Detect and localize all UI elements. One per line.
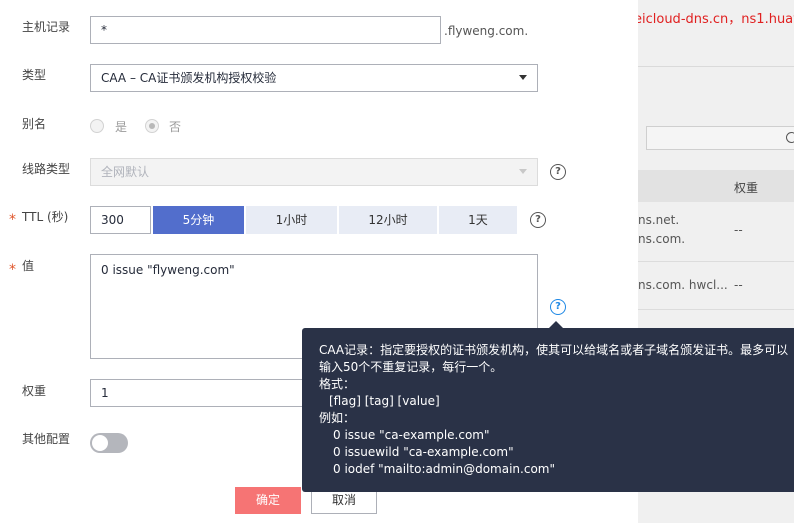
ttl-option-1d[interactable]: 1天 [439,206,518,234]
table-row[interactable]: ns.com. hwcl... -- [638,262,794,310]
ttl-label: TTL (秒) [22,210,69,224]
toggle-knob [92,435,108,451]
help-icon[interactable]: ? [550,299,566,315]
table-cell: -- [734,223,743,237]
ttl-option-5min[interactable]: 5分钟 [153,206,245,234]
tooltip-line: [flag] [tag] [value] [329,394,440,408]
tooltip-line: CAA记录：指定要授权的证书颁发机构，使其可以给域名或者子域名颁发证书。最多可以 [319,343,789,357]
required-mark: * [9,262,16,278]
tooltip-line: 0 issue "ca-example.com" [333,428,490,442]
domain-suffix: .flyweng.com. [444,24,529,38]
search-icon [786,132,794,143]
type-select[interactable]: CAA – CA证书颁发机构授权校验 [90,64,538,92]
tooltip-line: 格式： [319,377,356,391]
type-label: 类型 [22,68,47,82]
alias-radio-yes-label: 是 [115,120,128,134]
weight-label: 权重 [22,384,47,398]
other-config-label: 其他配置 [22,432,71,446]
other-config-toggle[interactable] [90,433,128,453]
ok-button[interactable]: 确定 [235,487,301,514]
background-search-input[interactable] [646,126,794,150]
ttl-option-12h[interactable]: 12小时 [339,206,438,234]
alias-label: 别名 [22,117,47,131]
help-icon[interactable]: ? [530,212,546,228]
ttl-option-1h[interactable]: 1小时 [246,206,338,234]
tooltip-line: 0 issuewild "ca-example.com" [333,445,514,459]
table-cell: ns.com. [638,232,686,246]
dns-server-text: eicloud-dns.cn，ns1.huaw [638,12,794,27]
column-weight: 权重 [734,181,759,195]
table-header: 权重 [638,170,794,202]
line-type-label: 线路类型 [22,162,71,176]
table-cell: ns.com. hwcl... [638,278,728,292]
type-select-value: CAA – CA证书颁发机构授权校验 [101,71,277,85]
alias-radio-yes[interactable] [90,119,104,133]
tooltip-line: 输入50个不重复记录，每行一个。 [319,360,503,374]
host-record-label: 主机记录 [22,20,71,34]
table-cell: -- [734,278,743,292]
table-cell: ns.net. [638,213,680,227]
help-icon[interactable]: ? [550,164,566,180]
caa-help-tooltip: CAA记录：指定要授权的证书颁发机构，使其可以给域名或者子域名颁发证书。最多可以… [302,328,794,492]
chevron-down-icon [519,169,527,174]
table-row[interactable]: ns.net. ns.com. -- [638,202,794,262]
line-type-value: 全网默认 [101,165,150,179]
required-mark: * [9,212,16,228]
ttl-input[interactable]: 300 [90,206,151,234]
value-label: 值 [22,259,35,273]
host-record-input[interactable]: * [90,16,441,44]
line-type-select: 全网默认 [90,158,538,186]
chevron-down-icon [519,75,527,80]
divider [638,66,794,67]
tooltip-line: 例如： [319,411,356,425]
alias-radio-no[interactable] [145,119,159,133]
tooltip-line: 0 iodef "mailto:admin@domain.com" [333,462,555,476]
alias-radio-no-label: 否 [169,120,182,134]
